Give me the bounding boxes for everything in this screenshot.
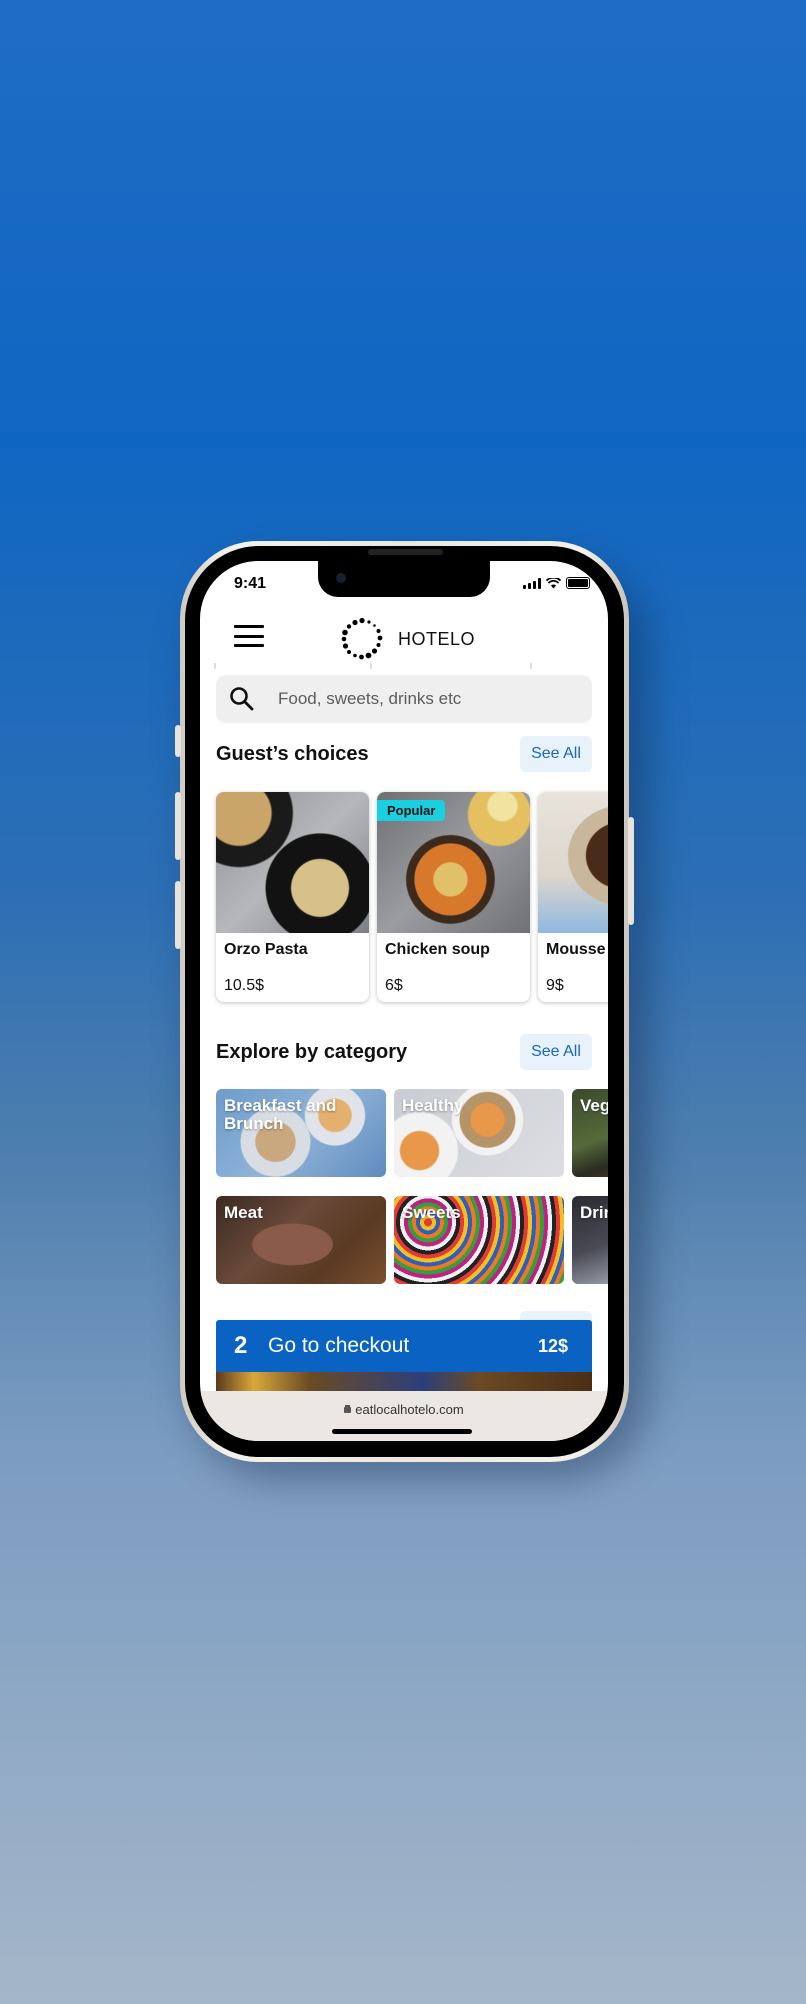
brand-name: HOTELO	[398, 629, 476, 649]
category-label: Drinks	[580, 1203, 608, 1222]
power-button	[628, 817, 634, 925]
browser-bar: eatlocalhotelo.com	[200, 1391, 608, 1441]
guests-choices-see-all-button[interactable]: See All	[520, 736, 592, 772]
cart-count: 2	[234, 1332, 248, 1359]
checkout-button[interactable]: 2 Go to checkout 12$	[216, 1320, 592, 1372]
battery-icon	[566, 577, 590, 589]
search-input[interactable]	[276, 688, 580, 710]
category-tile[interactable]: Meat	[216, 1196, 386, 1284]
volume-down-button	[175, 881, 181, 949]
category-label: Vegan	[580, 1096, 608, 1115]
category-label: Healthy	[402, 1096, 464, 1115]
category-tile[interactable]: Healthy	[394, 1089, 564, 1177]
status-icons	[523, 577, 590, 589]
popular-badge: Popular	[377, 800, 446, 821]
home-indicator[interactable]	[332, 1429, 472, 1434]
food-card[interactable]: Popular Chicken soup 6$	[377, 792, 530, 1002]
signal-icon	[523, 577, 541, 589]
status-time: 9:41	[234, 575, 267, 592]
explore-category-see-all-button[interactable]: See All	[520, 1034, 592, 1070]
earpiece-speaker	[368, 549, 443, 555]
divider	[200, 663, 608, 669]
food-card[interactable]: Orzo Pasta 10.5$	[216, 792, 369, 1002]
notch	[318, 561, 490, 597]
category-label: Breakfast and Brunch	[224, 1096, 337, 1133]
checkout-label: Go to checkout	[268, 1334, 410, 1357]
food-image	[538, 792, 608, 933]
search-icon	[230, 687, 254, 711]
guests-choices-carousel[interactable]: Orzo Pasta 10.5$ Popular Chicken soup 6$…	[216, 792, 608, 1002]
phone-screen: 9:41 HOTELO Food, sweets, drinks etc Gue…	[200, 561, 608, 1441]
food-price: 9$	[546, 977, 564, 994]
explore-category-title: Explore by category	[216, 1041, 408, 1063]
front-camera	[336, 573, 346, 583]
food-name: Orzo Pasta	[224, 941, 308, 958]
category-label: Meat	[224, 1203, 263, 1222]
action-button	[175, 725, 181, 757]
food-price: 6$	[385, 977, 403, 994]
lock-icon	[344, 1407, 352, 1413]
food-image	[216, 792, 369, 933]
wifi-icon	[546, 577, 561, 588]
banner-image	[216, 1372, 592, 1392]
url-text: eatlocalhotelo.com	[355, 1402, 464, 1417]
category-tile[interactable]: Vegan	[572, 1089, 608, 1177]
hamburger-menu-icon[interactable]	[234, 625, 264, 647]
hotelo-logo-icon	[341, 617, 383, 660]
food-price: 10.5$	[224, 977, 265, 994]
cart-total: 12$	[537, 1335, 568, 1356]
food-name: Chicken soup	[385, 941, 490, 958]
food-name: Mousse	[546, 941, 606, 958]
category-label: Sweets	[402, 1203, 461, 1222]
category-tile[interactable]: Breakfast and Brunch	[216, 1089, 386, 1177]
guests-choices-title: Guest’s choices	[216, 743, 369, 765]
search-bar[interactable]	[216, 675, 592, 723]
app-header: HOTELO	[200, 609, 608, 665]
volume-up-button	[175, 792, 181, 860]
food-card[interactable]: Mousse 9$	[538, 792, 608, 1002]
category-row: Meat Sweets Drinks	[216, 1196, 608, 1284]
category-row: Breakfast and Brunch Healthy Vegan	[216, 1089, 608, 1177]
category-tile[interactable]: Sweets	[394, 1196, 564, 1284]
category-tile[interactable]: Drinks	[572, 1196, 608, 1284]
url-bar[interactable]: eatlocalhotelo.com	[200, 1402, 608, 1417]
